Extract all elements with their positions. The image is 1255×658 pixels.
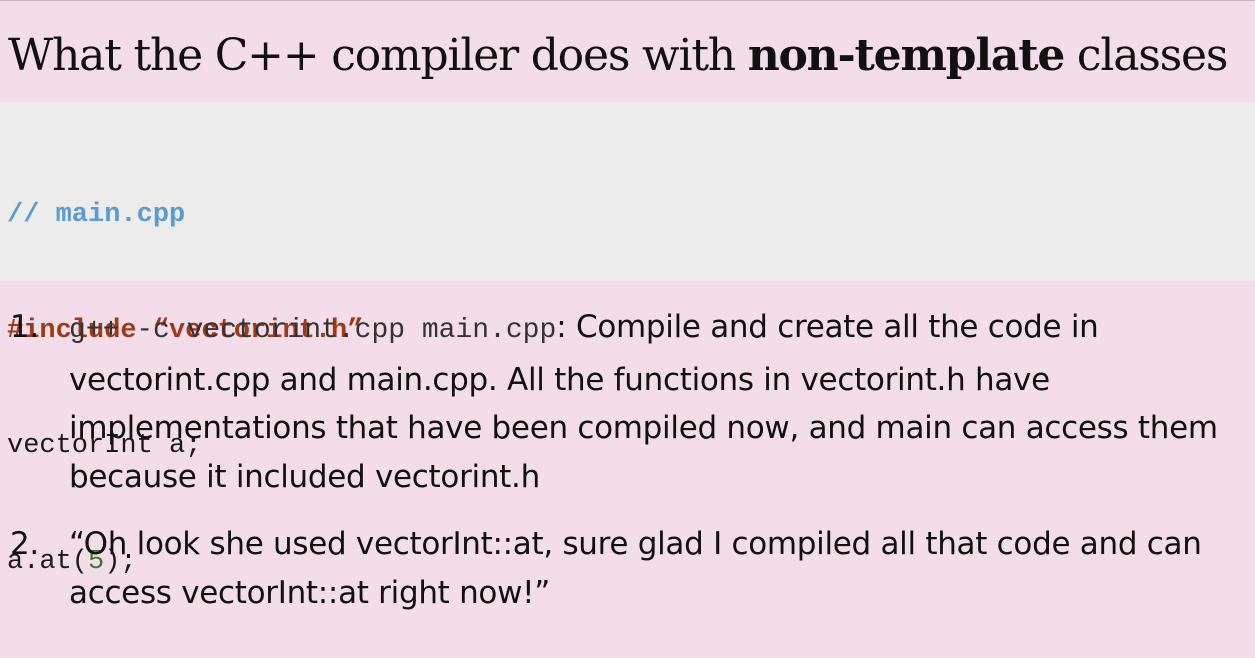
list-item: 2. “Oh look she used vectorInt::at, sure… — [0, 520, 1255, 617]
step-text: “Oh look she used vectorInt::at, sure gl… — [69, 526, 1202, 611]
step-number: 2. — [10, 526, 39, 562]
code-line-comment: // main.cpp — [7, 196, 1255, 235]
steps-list: 1. g++ -c vectorint.cpp main.cpp: Compil… — [0, 303, 1255, 636]
slide: What the C++ compiler does with non-temp… — [0, 0, 1255, 613]
slide-title: What the C++ compiler does with non-temp… — [0, 1, 1255, 81]
title-text-before: What the C++ compiler does with — [8, 30, 748, 81]
code-comment: // main.cpp — [7, 200, 186, 230]
compile-command: g++ -c vectorint.cpp main.cpp — [69, 315, 557, 346]
title-text-after: classes — [1064, 30, 1229, 81]
code-block: // main.cpp #include “vectorint.h” vecto… — [0, 102, 1255, 577]
step-number: 1. — [10, 309, 39, 345]
list-item: 1. g++ -c vectorint.cpp main.cpp: Compil… — [0, 303, 1255, 501]
title-emphasis: non-template — [747, 30, 1066, 81]
